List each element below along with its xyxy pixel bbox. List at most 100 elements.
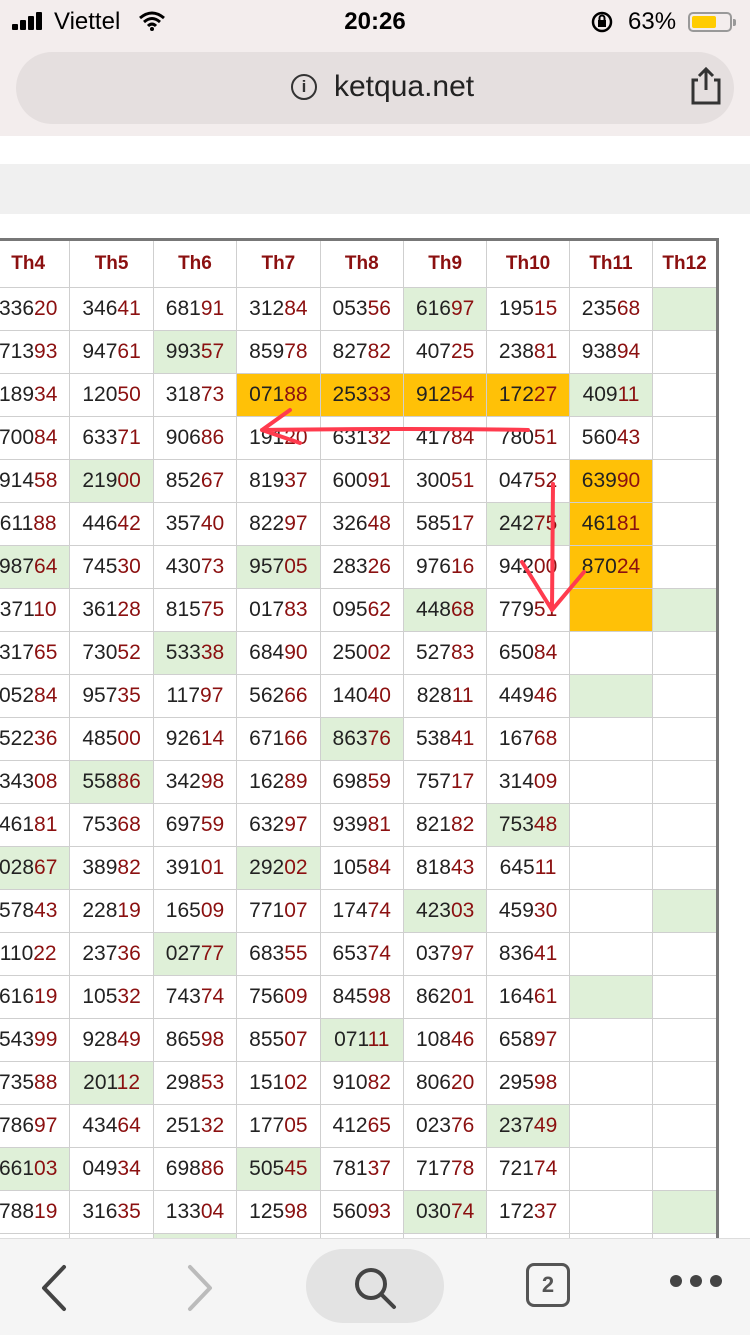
result-cell: 95705 — [236, 545, 321, 589]
number-head: 219 — [82, 469, 118, 492]
column-header: Th5 — [69, 239, 154, 288]
search-button[interactable] — [306, 1249, 444, 1323]
number-head: 928 — [82, 1028, 118, 1051]
number-head: 228 — [82, 899, 118, 922]
result-cell: 41784 — [402, 416, 488, 460]
result-cell: 45930 — [486, 889, 570, 933]
result-cell: 39101 — [152, 846, 238, 890]
number-tail: 74 — [367, 899, 391, 922]
number-tail: 83 — [450, 641, 475, 664]
number-tail: 03 — [34, 1157, 58, 1180]
result-cell — [652, 1147, 718, 1191]
number-head: 683 — [249, 942, 285, 965]
number-tail: 11 — [367, 1028, 390, 1051]
number-head: 730 — [82, 641, 118, 664]
number-head: 616 — [415, 297, 451, 320]
number-tail: 74 — [367, 942, 391, 965]
number-head: 947 — [82, 340, 118, 363]
number-head: 684 — [249, 641, 285, 664]
back-icon[interactable] — [38, 1263, 68, 1313]
result-cell: 32648 — [319, 502, 404, 546]
result-cell: 99357 — [152, 330, 238, 374]
result-cell: 05356 — [319, 287, 404, 331]
result-cell: 71778 — [402, 1147, 488, 1191]
share-icon[interactable] — [688, 66, 724, 106]
result-cell: 78819 — [0, 1190, 71, 1234]
result-cell: 82297 — [236, 502, 321, 546]
number-head: 611 — [0, 512, 34, 535]
forward-icon[interactable] — [186, 1263, 216, 1313]
result-cell: 55886 — [69, 760, 154, 804]
table-row: 05284 95735 11797 56266 14040 82811 44946 — [0, 674, 718, 718]
number-tail: 66 — [284, 727, 308, 750]
number-head: 700 — [0, 426, 35, 449]
number-tail: 97 — [200, 684, 224, 707]
number-head: 828 — [416, 684, 452, 707]
number-tail: 68 — [450, 598, 475, 621]
result-cell: 85267 — [152, 459, 238, 503]
number-head: 910 — [332, 1071, 368, 1094]
number-head: 852 — [165, 469, 201, 492]
result-cell — [652, 717, 718, 761]
result-cell: 40725 — [402, 330, 488, 374]
result-cell: 31765 — [0, 631, 71, 675]
result-cell: 31873 — [152, 373, 238, 417]
number-head: 906 — [165, 426, 201, 449]
number-tail: 73 — [200, 383, 225, 406]
result-cell: 43464 — [69, 1104, 154, 1148]
number-head: 409 — [582, 383, 618, 406]
number-head: 780 — [498, 426, 534, 449]
address-bar[interactable]: i ketqua.net — [16, 52, 734, 124]
info-icon[interactable]: i — [291, 74, 317, 100]
browser-toolbar: i ketqua.net — [0, 44, 750, 136]
battery-icon — [688, 12, 736, 32]
number-tail: 68 — [616, 297, 641, 320]
result-cell: 75368 — [69, 803, 154, 847]
number-head: 788 — [0, 1200, 35, 1223]
number-tail: 57 — [200, 340, 225, 363]
number-tail: 75 — [533, 512, 558, 535]
number-head: 250 — [332, 641, 368, 664]
number-tail: 40 — [367, 684, 391, 707]
number-tail: 35 — [117, 684, 141, 707]
number-tail: 49 — [117, 1028, 141, 1051]
result-cell: 33620 — [0, 287, 71, 331]
results-table-container[interactable]: Th4 Th5 Th6 Th7 Th8 Th9 Th10 Th11 Th12 33620 3464… — [0, 238, 735, 1238]
number-head: 987 — [0, 555, 35, 578]
number-head: 756 — [249, 985, 285, 1008]
result-cell: 82782 — [319, 330, 404, 374]
number-tail: 82 — [117, 856, 141, 879]
number-tail: 84 — [450, 426, 475, 449]
number-head: 957 — [249, 555, 285, 578]
number-tail: 77 — [200, 942, 225, 965]
number-tail: 26 — [367, 555, 391, 578]
result-cell — [652, 287, 718, 331]
number-head: 133 — [165, 1200, 201, 1223]
number-head: 870 — [581, 555, 617, 578]
result-cell: 46181 — [0, 803, 71, 847]
result-cell: 78051 — [486, 416, 570, 460]
number-tail: 04 — [200, 1200, 225, 1223]
number-head: 391 — [165, 856, 201, 879]
number-head: 371 — [0, 598, 34, 621]
number-head: 251 — [165, 1114, 201, 1137]
number-tail: 27 — [533, 383, 558, 406]
result-cell: 38982 — [69, 846, 154, 890]
number-head: 053 — [332, 297, 368, 320]
table-row: 73588 20112 29853 15102 91082 80620 29598 — [0, 1061, 718, 1105]
number-tail: 11 — [534, 856, 557, 879]
number-head: 120 — [82, 383, 118, 406]
tabs-button[interactable]: 2 — [526, 1263, 570, 1307]
number-head: 661 — [0, 1157, 35, 1180]
number-head: 681 — [165, 297, 201, 320]
result-cell: 36128 — [69, 588, 154, 632]
more-menu-icon[interactable] — [670, 1275, 730, 1287]
table-row: 34308 55886 34298 16289 69859 75717 31409 — [0, 760, 718, 804]
page-header-band — [0, 164, 750, 214]
result-cell: 74374 — [152, 975, 238, 1019]
url-text[interactable]: ketqua.net — [334, 70, 474, 104]
result-cell: 37110 — [0, 588, 71, 632]
number-head: 558 — [82, 770, 118, 793]
result-cell: 92614 — [152, 717, 238, 761]
number-head: 165 — [165, 899, 201, 922]
